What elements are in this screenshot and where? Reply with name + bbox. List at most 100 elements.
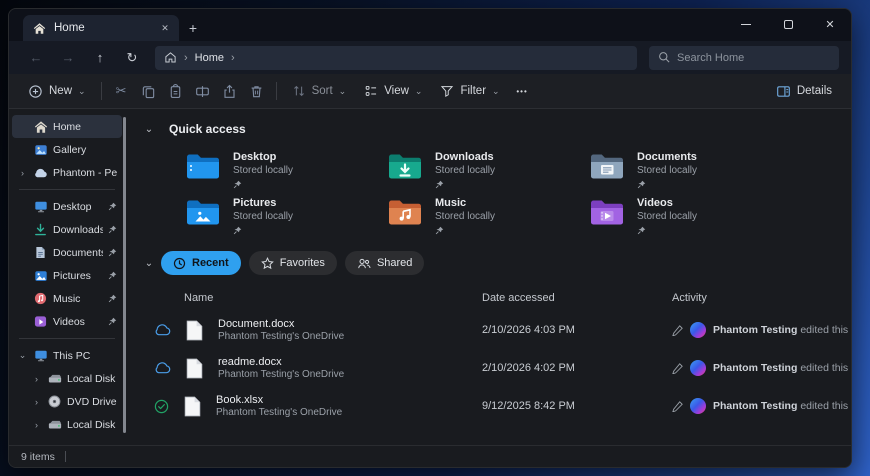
main-content: ⌄ Quick access Desktop Stored locally Do… — [127, 109, 851, 445]
home-icon — [32, 21, 47, 36]
sidebar-item-desktop[interactable]: Desktop — [12, 195, 122, 218]
chevron-right-icon[interactable]: › — [31, 374, 42, 384]
sidebar-divider — [19, 338, 115, 339]
tab-home[interactable]: Home ✕ — [23, 15, 179, 41]
table-row[interactable]: readme.docx Phantom Testing's OneDrive 2… — [137, 349, 851, 387]
maximize-icon — [783, 19, 793, 29]
sort-button[interactable]: Sort ⌄ — [283, 77, 356, 105]
collapse-chevron-icon[interactable]: ⌄ — [137, 124, 161, 135]
tile-detail: Stored locally — [435, 165, 496, 176]
forward-button[interactable]: → — [53, 45, 83, 71]
pill-shared[interactable]: Shared — [344, 251, 425, 275]
sidebar-item-this-pc[interactable]: ⌄ This PC — [12, 344, 122, 367]
onedrive-cloud-icon — [33, 165, 48, 180]
pill-recent[interactable]: Recent — [161, 251, 241, 275]
breadcrumb-chevron-icon[interactable]: › — [231, 52, 235, 64]
quick-access-tile-pictures[interactable]: Pictures Stored locally — [181, 193, 383, 238]
refresh-button[interactable]: ↻ — [117, 45, 147, 71]
quick-access-tile-documents[interactable]: Documents Stored locally — [585, 147, 787, 192]
more-options-button[interactable]: ••• — [509, 77, 536, 105]
column-header-activity[interactable]: Activity — [672, 292, 851, 304]
sidebar-item-label: Desktop — [53, 200, 92, 213]
close-button[interactable]: ✕ — [809, 9, 851, 39]
sidebar-item-music[interactable]: Music — [12, 287, 122, 310]
breadcrumb-home-icon[interactable] — [164, 51, 177, 64]
sidebar-item-local-disk-e[interactable]: › Local Disk (E:) — [26, 413, 122, 436]
sidebar-item-pictures[interactable]: Pictures — [12, 264, 122, 287]
tile-name: Documents — [637, 151, 697, 163]
new-button-label: New — [49, 85, 73, 97]
filter-button[interactable]: Filter ⌄ — [431, 77, 508, 105]
cloud-sync-icon — [154, 324, 171, 336]
activity-action: edited this — [800, 400, 849, 412]
quick-access-tile-downloads[interactable]: Downloads Stored locally — [383, 147, 585, 192]
breadcrumb-item-home[interactable]: Home — [195, 52, 224, 64]
paste-button[interactable] — [162, 77, 189, 105]
rename-button[interactable] — [189, 77, 216, 105]
tab-close-icon[interactable]: ✕ — [157, 20, 173, 36]
details-button[interactable]: Details — [767, 77, 841, 105]
sidebar-item-dvd-drive-d[interactable]: › DVD Drive (D:) — [26, 390, 122, 413]
titlebar: Home ✕ + ✕ — [9, 9, 851, 41]
quick-access-grid: Desktop Stored locally Downloads Stored … — [181, 147, 851, 238]
chevron-right-icon[interactable]: › — [31, 397, 42, 407]
collapse-chevron-icon[interactable]: ⌄ — [137, 258, 161, 269]
downloads-icon — [33, 222, 48, 237]
pill-label: Recent — [192, 257, 229, 269]
sidebar-item-onedrive[interactable]: › Phantom - Persc — [12, 161, 122, 184]
document-file-icon — [186, 358, 203, 379]
pin-icon — [435, 180, 495, 189]
sidebar-item-home[interactable]: Home — [12, 115, 122, 138]
close-icon: ✕ — [825, 18, 835, 31]
activity-action: edited this — [800, 324, 849, 336]
maximize-button[interactable] — [767, 9, 809, 39]
tile-detail: Stored locally — [233, 165, 294, 176]
sort-button-label: Sort — [311, 85, 333, 97]
sidebar-scrollbar[interactable] — [123, 117, 126, 433]
table-row[interactable]: Book.xlsx Phantom Testing's OneDrive 9/1… — [137, 387, 851, 425]
pin-icon — [108, 248, 117, 257]
avatar — [690, 398, 706, 414]
back-button[interactable]: ← — [21, 45, 51, 71]
sidebar-item-documents[interactable]: Documents — [12, 241, 122, 264]
minimize-icon — [741, 23, 751, 25]
music-icon — [33, 291, 48, 306]
tab-label: Home — [54, 22, 85, 34]
pin-icon — [233, 226, 293, 235]
desktop-icon — [33, 199, 48, 214]
column-header-name[interactable]: Name — [137, 292, 482, 304]
sidebar-item-local-disk-c[interactable]: › Local Disk (C:) — [26, 367, 122, 390]
minimize-button[interactable] — [725, 9, 767, 39]
share-button[interactable] — [216, 77, 243, 105]
tile-detail: Stored locally — [435, 211, 496, 222]
search-box[interactable] — [649, 45, 839, 70]
chevron-down-icon[interactable]: ⌄ — [17, 350, 28, 361]
details-button-label: Details — [796, 85, 832, 97]
sidebar-item-videos[interactable]: Videos — [12, 310, 122, 333]
address-bar[interactable]: › Home › — [155, 45, 637, 70]
status-divider — [64, 451, 66, 462]
quick-access-tile-videos[interactable]: Videos Stored locally — [585, 193, 787, 238]
new-button[interactable]: New ⌄ — [19, 77, 95, 105]
delete-button[interactable] — [243, 77, 270, 105]
chevron-right-icon[interactable]: › — [17, 168, 28, 178]
pin-icon — [435, 226, 495, 235]
folder-desktop-icon — [185, 151, 221, 188]
chevron-right-icon[interactable]: › — [31, 420, 42, 430]
file-explorer-window: Home ✕ + ✕ ← → ↑ ↻ › Home › Search Home … — [8, 8, 852, 468]
up-button[interactable]: ↑ — [85, 45, 115, 71]
sidebar-item-label: DVD Drive (D:) — [67, 395, 117, 408]
cut-button[interactable]: ✂ — [108, 77, 135, 105]
sidebar-item-downloads[interactable]: Downloads — [12, 218, 122, 241]
quick-access-tile-desktop[interactable]: Desktop Stored locally — [181, 147, 383, 192]
column-header-date-accessed[interactable]: Date accessed — [482, 292, 672, 304]
view-button[interactable]: View ⌄ — [355, 77, 431, 105]
search-input[interactable] — [677, 51, 830, 64]
pill-favorites[interactable]: Favorites — [248, 251, 337, 275]
table-row[interactable]: Document.docx Phantom Testing's OneDrive… — [137, 311, 851, 349]
sidebar-item-gallery[interactable]: Gallery — [12, 138, 122, 161]
new-tab-button[interactable]: + — [179, 15, 207, 41]
recent-files-table: Name Date accessed Activity Document.doc… — [137, 285, 851, 425]
quick-access-tile-music[interactable]: Music Stored locally — [383, 193, 585, 238]
copy-button[interactable] — [135, 77, 162, 105]
